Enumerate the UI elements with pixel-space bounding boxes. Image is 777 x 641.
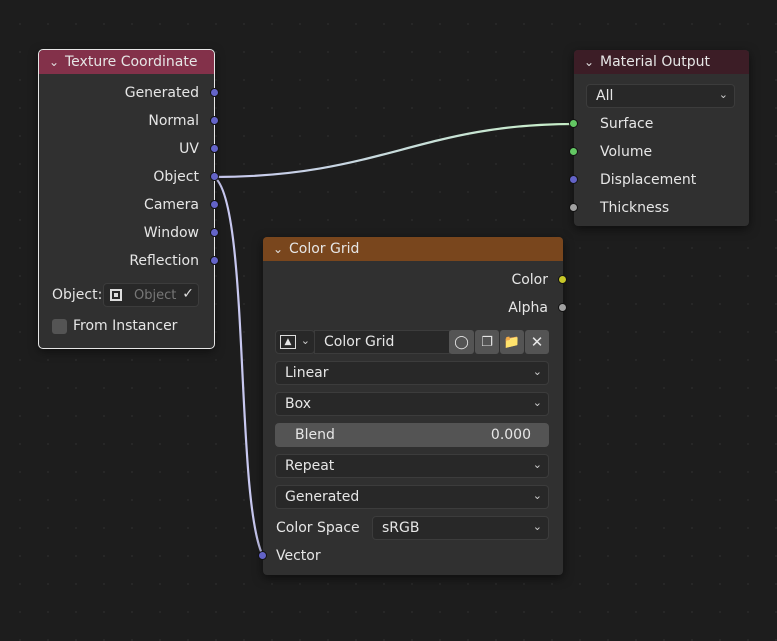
socket-thickness[interactable] bbox=[569, 203, 578, 212]
socket-alpha[interactable] bbox=[558, 303, 567, 312]
socket-surface[interactable] bbox=[569, 119, 578, 128]
color-space-value: sRGB bbox=[382, 520, 420, 536]
source-dropdown[interactable]: Generated ⌄ bbox=[275, 485, 549, 509]
color-space-label: Color Space bbox=[276, 520, 360, 536]
output-label: Window bbox=[143, 225, 199, 241]
output-generated: Generated bbox=[39, 83, 199, 103]
material-output-header[interactable]: ⌄ Material Output bbox=[574, 50, 749, 74]
object-row: Object: bbox=[52, 285, 102, 305]
chevron-down-icon: ⌄ bbox=[718, 88, 728, 101]
output-normal: Normal bbox=[39, 111, 199, 131]
blend-slider[interactable]: Blend 0.000 bbox=[275, 423, 549, 447]
socket-object[interactable] bbox=[210, 172, 219, 181]
duplicate-image-button[interactable]: ❐ bbox=[475, 330, 499, 354]
color-space-dropdown[interactable]: sRGB ⌄ bbox=[372, 516, 549, 540]
color-grid-title: Color Grid bbox=[289, 241, 360, 257]
fake-user-button[interactable]: ◯ bbox=[449, 330, 474, 354]
input-label: Thickness bbox=[600, 200, 670, 216]
open-image-button[interactable]: 📁 bbox=[500, 330, 524, 354]
image-name: Color Grid bbox=[324, 334, 395, 350]
socket-displacement[interactable] bbox=[569, 175, 578, 184]
unlink-image-button[interactable]: ✕ bbox=[525, 330, 549, 354]
extension-value: Repeat bbox=[285, 458, 335, 474]
chevron-down-icon: ⌄ bbox=[532, 365, 542, 378]
texture-coordinate-title: Texture Coordinate bbox=[65, 54, 198, 70]
eyedropper-icon[interactable]: ✓ bbox=[182, 286, 194, 302]
close-icon: ✕ bbox=[530, 333, 544, 351]
socket-reflection[interactable] bbox=[210, 256, 219, 265]
color-grid-node[interactable]: ⌄ Color Grid Color Alpha ▲ ⌄ Color Grid … bbox=[263, 237, 563, 575]
image-browse-button[interactable]: ▲ ⌄ bbox=[275, 330, 315, 354]
socket-uv[interactable] bbox=[210, 144, 219, 153]
target-dropdown[interactable]: All ⌄ bbox=[586, 84, 735, 108]
output-label: UV bbox=[179, 141, 199, 157]
from-instancer-label: From Instancer bbox=[73, 318, 178, 334]
output-camera: Camera bbox=[39, 195, 199, 215]
chevron-down-icon: ⌄ bbox=[532, 458, 542, 471]
output-label: Object bbox=[153, 169, 199, 185]
projection-value: Box bbox=[285, 396, 312, 412]
input-thickness: Thickness bbox=[600, 198, 669, 218]
extension-dropdown[interactable]: Repeat ⌄ bbox=[275, 454, 549, 478]
shield-icon: ◯ bbox=[454, 334, 469, 350]
output-label: Generated bbox=[124, 85, 199, 101]
output-alpha: Alpha bbox=[263, 298, 548, 318]
output-label: Camera bbox=[144, 197, 199, 213]
socket-normal[interactable] bbox=[210, 116, 219, 125]
input-volume: Volume bbox=[600, 142, 652, 162]
chevron-down-icon: ⌄ bbox=[532, 520, 542, 533]
output-reflection: Reflection bbox=[39, 251, 199, 271]
collapse-chevron-icon[interactable]: ⌄ bbox=[582, 55, 596, 69]
input-vector: Vector bbox=[276, 546, 321, 566]
input-surface: Surface bbox=[600, 114, 653, 134]
object-label: Object: bbox=[52, 287, 103, 303]
output-label: Color bbox=[511, 272, 548, 288]
output-label: Reflection bbox=[129, 253, 199, 269]
input-label: Displacement bbox=[600, 172, 697, 188]
texture-coordinate-header[interactable]: ⌄ Texture Coordinate bbox=[39, 50, 214, 74]
image-icon: ▲ bbox=[280, 335, 296, 349]
interpolation-dropdown[interactable]: Linear ⌄ bbox=[275, 361, 549, 385]
socket-window[interactable] bbox=[210, 228, 219, 237]
socket-volume[interactable] bbox=[569, 147, 578, 156]
output-object: Object bbox=[39, 167, 199, 187]
blend-label: Blend bbox=[295, 427, 335, 443]
chevron-down-icon: ⌄ bbox=[300, 334, 310, 347]
chevron-down-icon: ⌄ bbox=[532, 489, 542, 502]
material-output-title: Material Output bbox=[600, 54, 710, 70]
target-value: All bbox=[596, 88, 614, 104]
blend-value: 0.000 bbox=[490, 427, 531, 443]
folder-icon: 📁 bbox=[503, 334, 521, 350]
socket-color[interactable] bbox=[558, 275, 567, 284]
input-label: Vector bbox=[276, 548, 321, 564]
texture-coordinate-node[interactable]: ⌄ Texture Coordinate Generated Normal UV… bbox=[38, 49, 215, 349]
chevron-down-icon: ⌄ bbox=[532, 396, 542, 409]
from-instancer-checkbox[interactable] bbox=[52, 318, 67, 334]
output-window: Window bbox=[39, 223, 199, 243]
interpolation-value: Linear bbox=[285, 365, 329, 381]
image-name-field[interactable]: Color Grid bbox=[314, 330, 450, 354]
socket-vector[interactable] bbox=[258, 551, 267, 560]
object-picker-field[interactable]: Object ✓ bbox=[103, 283, 199, 307]
output-uv: UV bbox=[39, 139, 199, 159]
output-color: Color bbox=[263, 270, 548, 290]
color-space-row: Color Space bbox=[276, 518, 360, 538]
object-placeholder: Object bbox=[134, 287, 177, 303]
socket-camera[interactable] bbox=[210, 200, 219, 209]
from-instancer-row: From Instancer bbox=[52, 316, 177, 336]
socket-generated[interactable] bbox=[210, 88, 219, 97]
collapse-chevron-icon[interactable]: ⌄ bbox=[47, 55, 61, 69]
duplicate-icon: ❐ bbox=[481, 334, 493, 350]
projection-dropdown[interactable]: Box ⌄ bbox=[275, 392, 549, 416]
collapse-chevron-icon[interactable]: ⌄ bbox=[271, 242, 285, 256]
source-value: Generated bbox=[285, 489, 360, 505]
input-label: Volume bbox=[600, 144, 653, 160]
color-grid-header[interactable]: ⌄ Color Grid bbox=[263, 237, 563, 261]
output-label: Normal bbox=[148, 113, 199, 129]
material-output-node[interactable]: ⌄ Material Output All ⌄ Surface Volume D… bbox=[574, 50, 749, 226]
input-displacement: Displacement bbox=[600, 170, 696, 190]
output-label: Alpha bbox=[508, 300, 548, 316]
input-label: Surface bbox=[600, 116, 654, 132]
object-cube-icon bbox=[110, 289, 122, 301]
